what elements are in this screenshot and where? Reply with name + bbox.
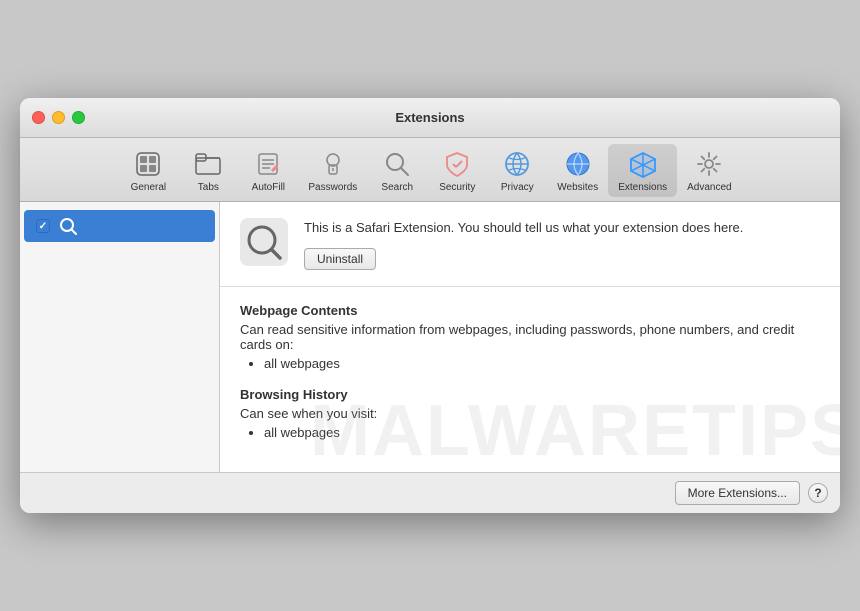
main-window: Extensions General: [20, 98, 840, 513]
window-controls: [32, 111, 85, 124]
webpage-contents-desc: Can read sensitive information from webp…: [240, 322, 820, 352]
advanced-icon: [693, 148, 725, 180]
toolbar-item-extensions[interactable]: Extensions: [608, 144, 677, 197]
toolbar-item-passwords[interactable]: Passwords: [298, 144, 367, 197]
titlebar: Extensions: [20, 98, 840, 138]
extension-icon: [58, 216, 78, 236]
list-item: all webpages: [264, 425, 820, 440]
security-label: Security: [439, 182, 475, 193]
websites-label: Websites: [557, 182, 598, 193]
window-title: Extensions: [395, 110, 464, 125]
detail-panel: This is a Safari Extension. You should t…: [220, 202, 840, 472]
privacy-label: Privacy: [501, 182, 534, 193]
extension-header: This is a Safari Extension. You should t…: [220, 202, 840, 287]
privacy-icon: [501, 148, 533, 180]
help-button[interactable]: ?: [808, 483, 828, 503]
maximize-button[interactable]: [72, 111, 85, 124]
main-content: This is a Safari Extension. You should t…: [20, 202, 840, 472]
footer: More Extensions... ?: [20, 472, 840, 513]
webpage-contents-section: Webpage Contents Can read sensitive info…: [240, 303, 820, 371]
toolbar-item-security[interactable]: Security: [427, 144, 487, 197]
general-icon: [132, 148, 164, 180]
uninstall-button[interactable]: Uninstall: [304, 248, 376, 270]
toolbar-item-advanced[interactable]: Advanced: [677, 144, 741, 197]
websites-icon: [562, 148, 594, 180]
autofill-icon: [252, 148, 284, 180]
extension-large-icon: [240, 218, 288, 266]
extensions-label: Extensions: [618, 182, 667, 193]
toolbar-item-autofill[interactable]: AutoFill: [238, 144, 298, 197]
toolbar-item-privacy[interactable]: Privacy: [487, 144, 547, 197]
webpage-contents-title: Webpage Contents: [240, 303, 820, 318]
toolbar-item-search[interactable]: Search: [367, 144, 427, 197]
security-icon: [441, 148, 473, 180]
browsing-history-desc: Can see when you visit:: [240, 406, 820, 421]
toolbar: General Tabs: [20, 138, 840, 202]
sidebar-item-search-ext[interactable]: [24, 210, 215, 242]
browsing-history-title: Browsing History: [240, 387, 820, 402]
toolbar-item-general[interactable]: General: [118, 144, 178, 197]
tabs-icon: [192, 148, 224, 180]
more-extensions-button[interactable]: More Extensions...: [675, 481, 800, 505]
close-button[interactable]: [32, 111, 45, 124]
advanced-label: Advanced: [687, 182, 731, 193]
browsing-history-list: all webpages: [240, 425, 820, 440]
toolbar-item-tabs[interactable]: Tabs: [178, 144, 238, 197]
minimize-button[interactable]: [52, 111, 65, 124]
extension-info: This is a Safari Extension. You should t…: [304, 218, 820, 270]
extension-enabled-checkbox[interactable]: [36, 219, 50, 233]
toolbar-item-websites[interactable]: Websites: [547, 144, 608, 197]
search-label: Search: [381, 182, 413, 193]
tabs-label: Tabs: [198, 182, 219, 193]
passwords-icon: [317, 148, 349, 180]
webpage-contents-list: all webpages: [240, 356, 820, 371]
autofill-label: AutoFill: [252, 182, 285, 193]
list-item: all webpages: [264, 356, 820, 371]
extension-description: This is a Safari Extension. You should t…: [304, 218, 820, 238]
sidebar: [20, 202, 220, 472]
extensions-icon: [627, 148, 659, 180]
permissions-section: Webpage Contents Can read sensitive info…: [220, 287, 840, 472]
general-label: General: [131, 182, 167, 193]
browsing-history-section: Browsing History Can see when you visit:…: [240, 387, 820, 440]
search-icon: [381, 148, 413, 180]
passwords-label: Passwords: [308, 182, 357, 193]
